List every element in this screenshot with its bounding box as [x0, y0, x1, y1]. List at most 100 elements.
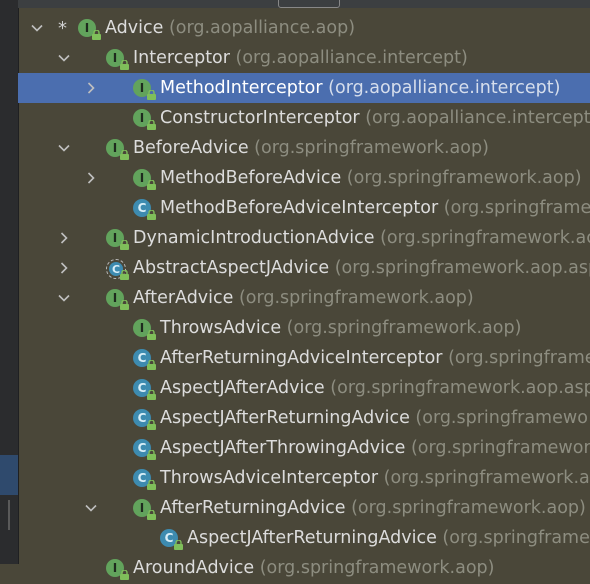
- class-icon: C: [133, 199, 159, 217]
- interface-icon: I: [133, 79, 159, 97]
- interface-icon: I: [106, 559, 132, 577]
- tree-node-before-advice[interactable]: IBeforeAdvice (org.springframework.aop): [18, 133, 590, 163]
- node-package: (org.aopalliance.aop): [163, 18, 355, 38]
- class-icon: C: [133, 349, 159, 367]
- node-package: (org.aopalliance.intercept): [323, 78, 561, 98]
- node-package: (org.springframework.ac: [375, 228, 590, 248]
- node-package: (org.springframework.aop): [233, 288, 473, 308]
- tree-node-aspect-jafter-returning-advice[interactable]: CAspectJAfterReturningAdvice (org.spring…: [18, 403, 590, 433]
- lock-icon: [146, 505, 157, 515]
- node-package: (org.springframework.aop): [281, 318, 521, 338]
- tree-node-abstract-aspect-jadvice[interactable]: CAbstractAspectJAdvice (org.springframew…: [18, 253, 590, 283]
- node-package: (org.springframe: [443, 348, 590, 368]
- lock-icon: [146, 175, 157, 185]
- node-package: (org.springframework.aop): [254, 558, 494, 578]
- abstract-class-icon: C: [106, 259, 132, 277]
- lock-icon: [146, 445, 157, 455]
- node-package: (org.springframework.aop.asp: [325, 378, 590, 398]
- class-icon: C: [133, 379, 159, 397]
- interface-icon: I: [106, 49, 132, 67]
- tree-node-method-interceptor[interactable]: IMethodInterceptor (org.aopalliance.inte…: [18, 73, 590, 103]
- node-package: (org.springframework.aop): [249, 138, 489, 158]
- chevron-right-icon[interactable]: [57, 231, 71, 245]
- tree-node-after-returning-advice[interactable]: IAfterReturningAdvice (org.springframewo…: [18, 493, 590, 523]
- left-gutter: [0, 0, 19, 564]
- tree-node-aspect-jafter-returning-advice[interactable]: CAspectJAfterReturningAdvice (org.spring…: [18, 523, 590, 553]
- lock-icon: [119, 265, 130, 275]
- tree-node-throws-advice-interceptor[interactable]: CThrowsAdviceInterceptor (org.springfram…: [18, 463, 590, 493]
- node-name: AfterReturningAdvice: [160, 498, 346, 518]
- node-package: (org.aopalliance.intercept): [230, 48, 468, 68]
- toolbar-field[interactable]: [278, 0, 340, 8]
- tree-node-dynamic-introduction-advice[interactable]: IDynamicIntroductionAdvice (org.springfr…: [18, 223, 590, 253]
- node-name: ConstructorInterceptor: [160, 108, 360, 128]
- interface-icon: I: [78, 19, 104, 37]
- lock-icon: [146, 205, 157, 215]
- chevron-right-icon[interactable]: [57, 261, 71, 275]
- node-name: AspectJAfterReturningAdvice: [160, 408, 410, 428]
- interface-icon: I: [106, 139, 132, 157]
- interface-icon: I: [133, 169, 159, 187]
- lock-icon: [119, 565, 130, 575]
- node-package: (org.aopalliance.intercept): [360, 108, 590, 128]
- interface-icon: I: [133, 499, 159, 517]
- node-name: DynamicIntroductionAdvice: [133, 228, 375, 248]
- chevron-down-icon[interactable]: [30, 21, 44, 35]
- class-icon: C: [133, 439, 159, 457]
- class-icon: C: [133, 409, 159, 427]
- lock-icon: [119, 235, 130, 245]
- node-name: AbstractAspectJAdvice: [133, 258, 329, 278]
- lock-icon: [146, 415, 157, 425]
- chevron-right-icon[interactable]: [84, 171, 98, 185]
- tree-node-method-before-advice[interactable]: IMethodBeforeAdvice (org.springframework…: [18, 163, 590, 193]
- node-name: AspectJAfterAdvice: [160, 378, 325, 398]
- tree-node-interceptor[interactable]: IInterceptor (org.aopalliance.intercept): [18, 43, 590, 73]
- lock-icon: [146, 325, 157, 335]
- node-name: AfterReturningAdviceInterceptor: [160, 348, 443, 368]
- lock-icon: [119, 295, 130, 305]
- node-name: ThrowsAdviceInterceptor: [160, 468, 378, 488]
- tree-node-aspect-jafter-throwing-advice[interactable]: CAspectJAfterThrowingAdvice (org.springf…: [18, 433, 590, 463]
- lock-icon: [119, 145, 130, 155]
- node-name: BeforeAdvice: [133, 138, 249, 158]
- tree-node-aspect-jafter-advice[interactable]: CAspectJAfterAdvice (org.springframework…: [18, 373, 590, 403]
- node-package: (org.springframe: [437, 528, 590, 548]
- chevron-right-icon[interactable]: [84, 81, 98, 95]
- chevron-down-icon[interactable]: [57, 291, 71, 305]
- class-icon: C: [133, 469, 159, 487]
- tree-node-constructor-interceptor[interactable]: IConstructorInterceptor (org.aopalliance…: [18, 103, 590, 133]
- lock-icon: [146, 115, 157, 125]
- tree-node-after-returning-advice-interceptor[interactable]: CAfterReturningAdviceInterceptor (org.sp…: [18, 343, 590, 373]
- lock-icon: [146, 385, 157, 395]
- tree-node-advice[interactable]: * IAdvice (org.aopalliance.aop): [18, 13, 590, 43]
- chevron-down-icon[interactable]: [57, 51, 71, 65]
- chevron-down-icon[interactable]: [57, 141, 71, 155]
- lock-icon: [173, 535, 184, 545]
- gutter-selection: [0, 455, 18, 495]
- node-name: AspectJAfterThrowingAdvice: [160, 438, 405, 458]
- node-package: (org.springframework.ac: [378, 468, 590, 488]
- lock-icon: [119, 55, 130, 65]
- tree-node-method-before-advice-interceptor[interactable]: CMethodBeforeAdviceInterceptor (org.spri…: [18, 193, 590, 223]
- interface-icon: I: [106, 229, 132, 247]
- node-package: (org.springframework.aop): [346, 498, 586, 518]
- node-name: Interceptor: [133, 48, 230, 68]
- tree-node-around-advice[interactable]: IAroundAdvice (org.springframework.aop): [18, 553, 590, 583]
- node-name: Advice: [105, 18, 163, 38]
- node-package: (org.springframewo: [410, 408, 588, 428]
- node-name: AfterAdvice: [133, 288, 233, 308]
- node-package: (org.springframework.aop): [341, 168, 581, 188]
- interface-icon: I: [133, 109, 159, 127]
- tree-node-throws-advice[interactable]: IThrowsAdvice (org.springframework.aop): [18, 313, 590, 343]
- gutter-marker: [8, 500, 10, 530]
- class-icon: C: [160, 529, 186, 547]
- node-name: AroundAdvice: [133, 558, 254, 578]
- node-name: AspectJAfterReturningAdvice: [187, 528, 437, 548]
- focus-star-icon: *: [58, 18, 67, 39]
- node-name: MethodInterceptor: [160, 78, 323, 98]
- lock-icon: [146, 85, 157, 95]
- tree-node-after-advice[interactable]: IAfterAdvice (org.springframework.aop): [18, 283, 590, 313]
- chevron-down-icon[interactable]: [84, 501, 98, 515]
- lock-icon: [146, 355, 157, 365]
- node-package: (org.springframe: [438, 198, 590, 218]
